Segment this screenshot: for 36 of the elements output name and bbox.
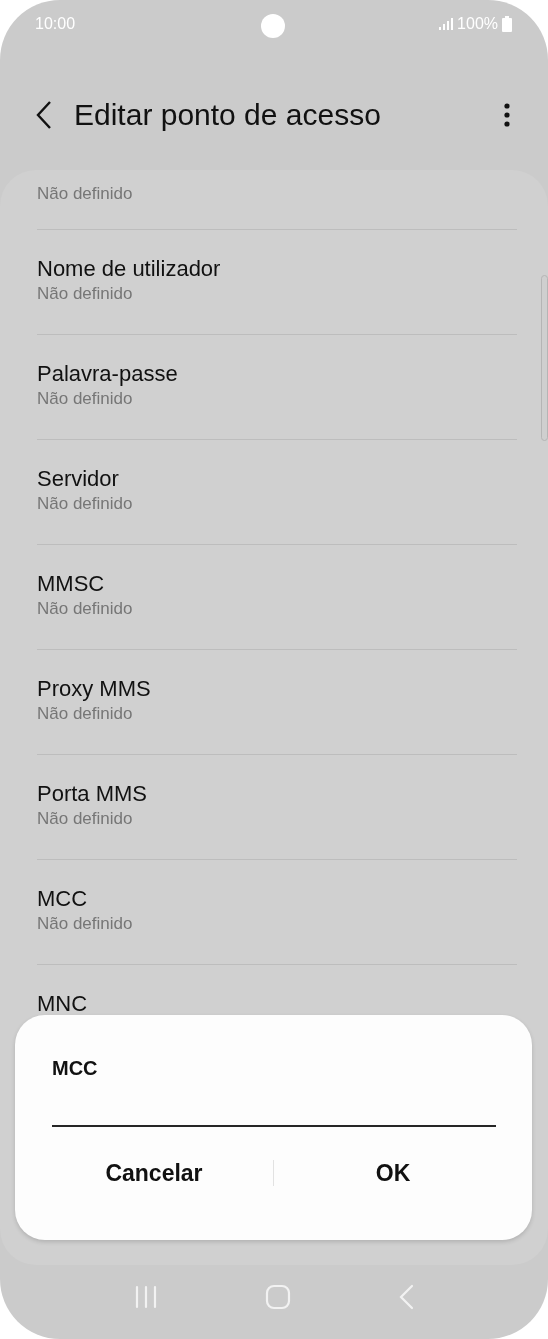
setting-value: Não definido [37, 389, 134, 409]
dialog-title: MCC [52, 1056, 99, 1081]
setting-row[interactable]: Palavra-passe Não definido [37, 335, 517, 440]
back-nav-icon[interactable] [398, 1284, 415, 1310]
setting-title: Palavra-passe [37, 360, 179, 388]
setting-row[interactable]: Nome de utilizador Não definido [37, 230, 517, 335]
signal-icon [439, 18, 454, 30]
dialog-button[interactable]: Cancelar [35, 1153, 273, 1193]
setting-value: Não definido [37, 599, 134, 619]
setting-row[interactable]: MCC Não definido [37, 860, 517, 965]
setting-value: Não definido [37, 184, 134, 204]
setting-value: Não definido [37, 809, 134, 829]
setting-row[interactable]: Proxy MMS Não definido [37, 650, 517, 755]
setting-value: Não definido [37, 494, 134, 514]
setting-title: MMSC [37, 570, 106, 598]
setting-value: Não definido [37, 914, 134, 934]
setting-title: Servidor [37, 465, 120, 493]
page-title: Editar ponto de acesso [74, 98, 382, 132]
battery-icon [502, 16, 512, 32]
setting-value: Não definido [37, 284, 134, 304]
setting-value: Não definido [37, 704, 134, 724]
recent-apps-icon[interactable] [133, 1285, 158, 1309]
more-options-icon[interactable] [504, 103, 510, 127]
camera-hole [261, 14, 285, 38]
back-icon[interactable] [36, 101, 52, 129]
scrollbar[interactable] [541, 275, 548, 441]
home-icon[interactable] [265, 1284, 291, 1310]
setting-title: MCC [37, 885, 89, 913]
setting-title: MNC [37, 990, 89, 1018]
setting-row[interactable]: Porta MMS Não definido [37, 755, 517, 860]
setting-title: Porta MMS [37, 780, 149, 808]
setting-row[interactable]: MMSC Não definido [37, 545, 517, 650]
setting-title: Proxy MMS [37, 675, 152, 703]
setting-row[interactable]: Servidor Não definido [37, 440, 517, 545]
setting-title: Nome de utilizador [37, 255, 222, 283]
dialog-button[interactable]: OK [274, 1153, 512, 1193]
